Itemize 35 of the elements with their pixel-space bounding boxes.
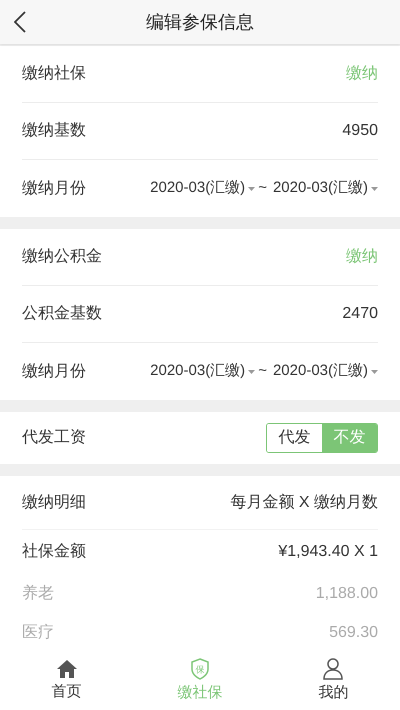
tab-item[interactable]: 我的 bbox=[266, 652, 400, 710]
row-value: 4950 bbox=[342, 121, 378, 141]
row-label: 缴纳基数 bbox=[22, 120, 86, 141]
range-separator: ~ bbox=[258, 178, 267, 198]
row-label: 医疗 bbox=[22, 622, 54, 642]
row-value: 569.30 bbox=[329, 622, 378, 642]
window-title: 编辑参保信息 bbox=[146, 10, 254, 34]
row-value: 缴纳 bbox=[346, 64, 378, 84]
caret-icon bbox=[371, 370, 378, 374]
month-dropdown[interactable]: 2020-03(汇缴) bbox=[272, 177, 378, 200]
row-label: 代发工资 bbox=[22, 428, 86, 448]
row-value: 2470 bbox=[342, 304, 378, 324]
row-label: 缴纳明细 bbox=[22, 492, 86, 512]
row-value: 缴纳 bbox=[346, 247, 378, 267]
shield-icon: 保 bbox=[190, 658, 210, 680]
row-label: 缴纳月份 bbox=[22, 178, 86, 198]
row-value: ¥1,943.40 X 1 bbox=[278, 542, 378, 562]
row-value: 每月金额 X 缴纳月数 bbox=[230, 492, 378, 512]
row-label: 公积金基数 bbox=[22, 304, 102, 324]
row-label: 社保金额 bbox=[22, 542, 86, 562]
caret-icon bbox=[248, 186, 256, 190]
month-dropdown[interactable]: 2020-03(汇缴) bbox=[272, 360, 378, 383]
caret-icon bbox=[248, 370, 256, 374]
caret-icon bbox=[371, 186, 378, 190]
row-label: 缴纳月份 bbox=[22, 362, 86, 382]
row-value: 1,188.00 bbox=[316, 584, 378, 604]
tab-item[interactable]: 首页 bbox=[0, 652, 134, 710]
home-icon bbox=[56, 658, 78, 679]
person-icon bbox=[323, 658, 344, 680]
month-dropdown[interactable]: 2020-03(汇缴) bbox=[150, 177, 256, 200]
month-dropdown[interactable]: 2020-03(汇缴) bbox=[150, 360, 256, 383]
row-label: 缴纳社保 bbox=[22, 64, 86, 84]
range-separator: ~ bbox=[258, 361, 267, 382]
row-label: 缴纳公积金 bbox=[22, 247, 102, 267]
row-label: 养老 bbox=[22, 584, 54, 604]
